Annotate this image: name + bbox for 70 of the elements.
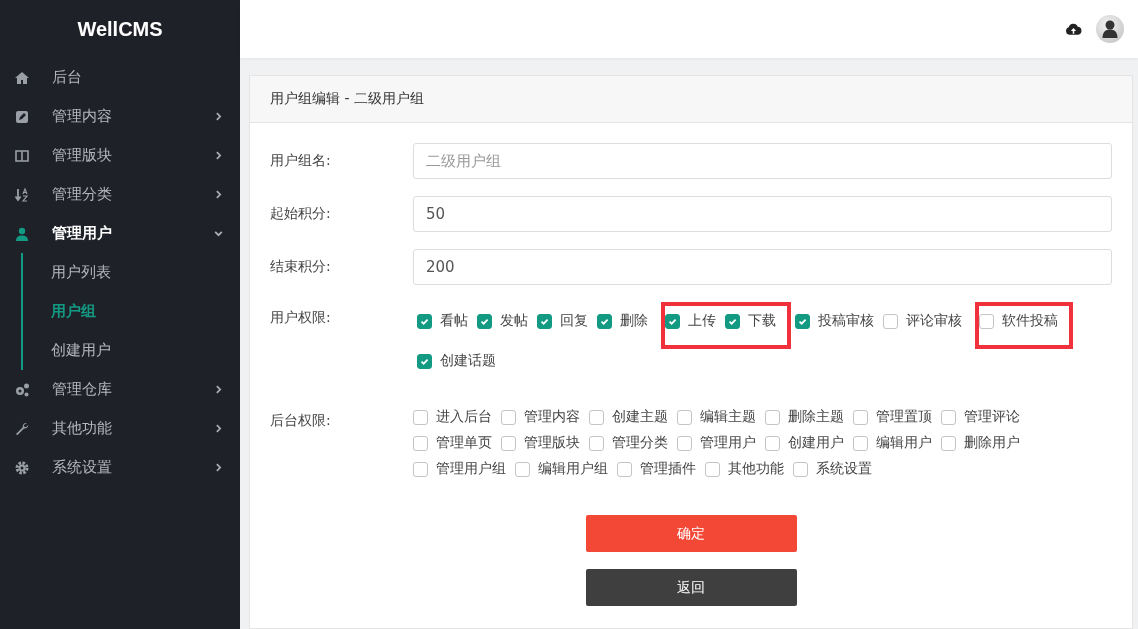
permission-checkbox[interactable]: 管理置顶	[853, 405, 932, 429]
sidebar-item[interactable]: 其他功能	[0, 409, 240, 448]
permission-checkbox[interactable]: 编辑用户组	[515, 457, 608, 481]
permission-checkbox[interactable]: 管理插件	[617, 457, 696, 481]
permission-checkbox[interactable]: 回复	[537, 309, 588, 333]
permission-checkbox[interactable]: 管理评论	[941, 405, 1020, 429]
sidebar-item-label: 其他功能	[52, 419, 113, 438]
sidebar-item[interactable]: 系统设置	[0, 448, 240, 487]
columns-icon	[14, 147, 30, 164]
edit-icon	[14, 108, 30, 125]
permission-checkbox[interactable]: 编辑用户	[853, 431, 932, 455]
permission-checkbox[interactable]: 发帖	[477, 309, 528, 333]
sidebar-item-label: 管理版块	[52, 146, 113, 165]
gear-icon	[14, 459, 30, 476]
field-label: 用户权限:	[270, 308, 332, 327]
field-label: 结束积分:	[270, 258, 332, 276]
input-field[interactable]: 200	[413, 249, 1112, 285]
wrench-icon	[14, 420, 30, 437]
sidebar-subitem[interactable]: 创建用户	[23, 331, 240, 370]
permission-checkbox[interactable]: 看帖	[417, 309, 468, 333]
input-field[interactable]: 二级用户组	[413, 143, 1112, 179]
permission-checkbox[interactable]: 管理分类	[589, 431, 668, 455]
sidebar-item-label: 管理用户	[52, 224, 113, 243]
confirm-button[interactable]: 确定	[585, 515, 797, 552]
field-label: 后台权限:	[270, 411, 332, 430]
permission-checkbox[interactable]: 管理内容	[501, 405, 580, 429]
back-button[interactable]: 返回	[585, 569, 797, 606]
permission-checkbox[interactable]: 其他功能	[705, 457, 784, 481]
sidebar-item-label: 管理仓库	[52, 380, 113, 399]
permission-checkbox[interactable]: 管理用户组	[413, 457, 506, 481]
user-icon	[14, 225, 30, 242]
input-field[interactable]: 50	[413, 196, 1112, 232]
sidebar-item[interactable]: 管理用户	[0, 214, 240, 253]
permission-checkbox[interactable]: 管理用户	[677, 431, 756, 455]
permission-checkbox[interactable]: 创建主题	[589, 405, 668, 429]
sidebar-item[interactable]: 后台	[0, 58, 240, 97]
permission-checkbox[interactable]: 编辑主题	[677, 405, 756, 429]
home-icon	[14, 69, 30, 86]
sidebar-subitem[interactable]: 用户列表	[23, 253, 240, 292]
avatar[interactable]	[1096, 15, 1124, 43]
sidebar-item-label: 管理分类	[52, 185, 113, 204]
sort-icon	[14, 186, 30, 203]
sidebar-item[interactable]: 管理版块	[0, 136, 240, 175]
field-label: 起始积分:	[270, 205, 332, 223]
sidebar-item-label: 后台	[52, 68, 83, 87]
permission-checkbox[interactable]: 投稿审核	[795, 309, 874, 333]
sidebar-item[interactable]: 管理内容	[0, 97, 240, 136]
brand-logo: WellCMS	[76, 16, 164, 42]
cogs-icon	[14, 381, 30, 398]
sidebar-subitem[interactable]: 用户组	[23, 292, 240, 331]
permission-checkbox[interactable]: 下载	[725, 309, 776, 333]
permission-checkbox[interactable]: 软件投稿	[979, 309, 1058, 333]
permission-checkbox[interactable]: 删除主题	[765, 405, 844, 429]
permission-checkbox[interactable]: 创建用户	[765, 431, 844, 455]
sidebar-item-label: 管理内容	[52, 107, 113, 126]
permission-checkbox[interactable]: 管理版块	[501, 431, 580, 455]
cloud-upload-icon[interactable]	[1065, 22, 1082, 36]
field-label: 用户组名:	[270, 152, 332, 170]
sidebar-item[interactable]: 管理仓库	[0, 370, 240, 409]
permission-checkbox[interactable]: 上传	[665, 309, 716, 333]
permission-checkbox[interactable]: 进入后台	[413, 405, 492, 429]
sidebar-item-label: 系统设置	[52, 458, 113, 477]
permission-checkbox[interactable]: 评论审核	[883, 309, 962, 333]
card-title: 用户组编辑 - 二级用户组	[270, 90, 424, 108]
permission-checkbox[interactable]: 删除	[597, 309, 648, 333]
permission-checkbox[interactable]: 删除用户	[941, 431, 1020, 455]
permission-checkbox[interactable]: 管理单页	[413, 431, 492, 455]
permission-checkbox[interactable]: 创建话题	[417, 349, 496, 373]
sidebar-item[interactable]: 管理分类	[0, 175, 240, 214]
permission-checkbox[interactable]: 系统设置	[793, 457, 872, 481]
